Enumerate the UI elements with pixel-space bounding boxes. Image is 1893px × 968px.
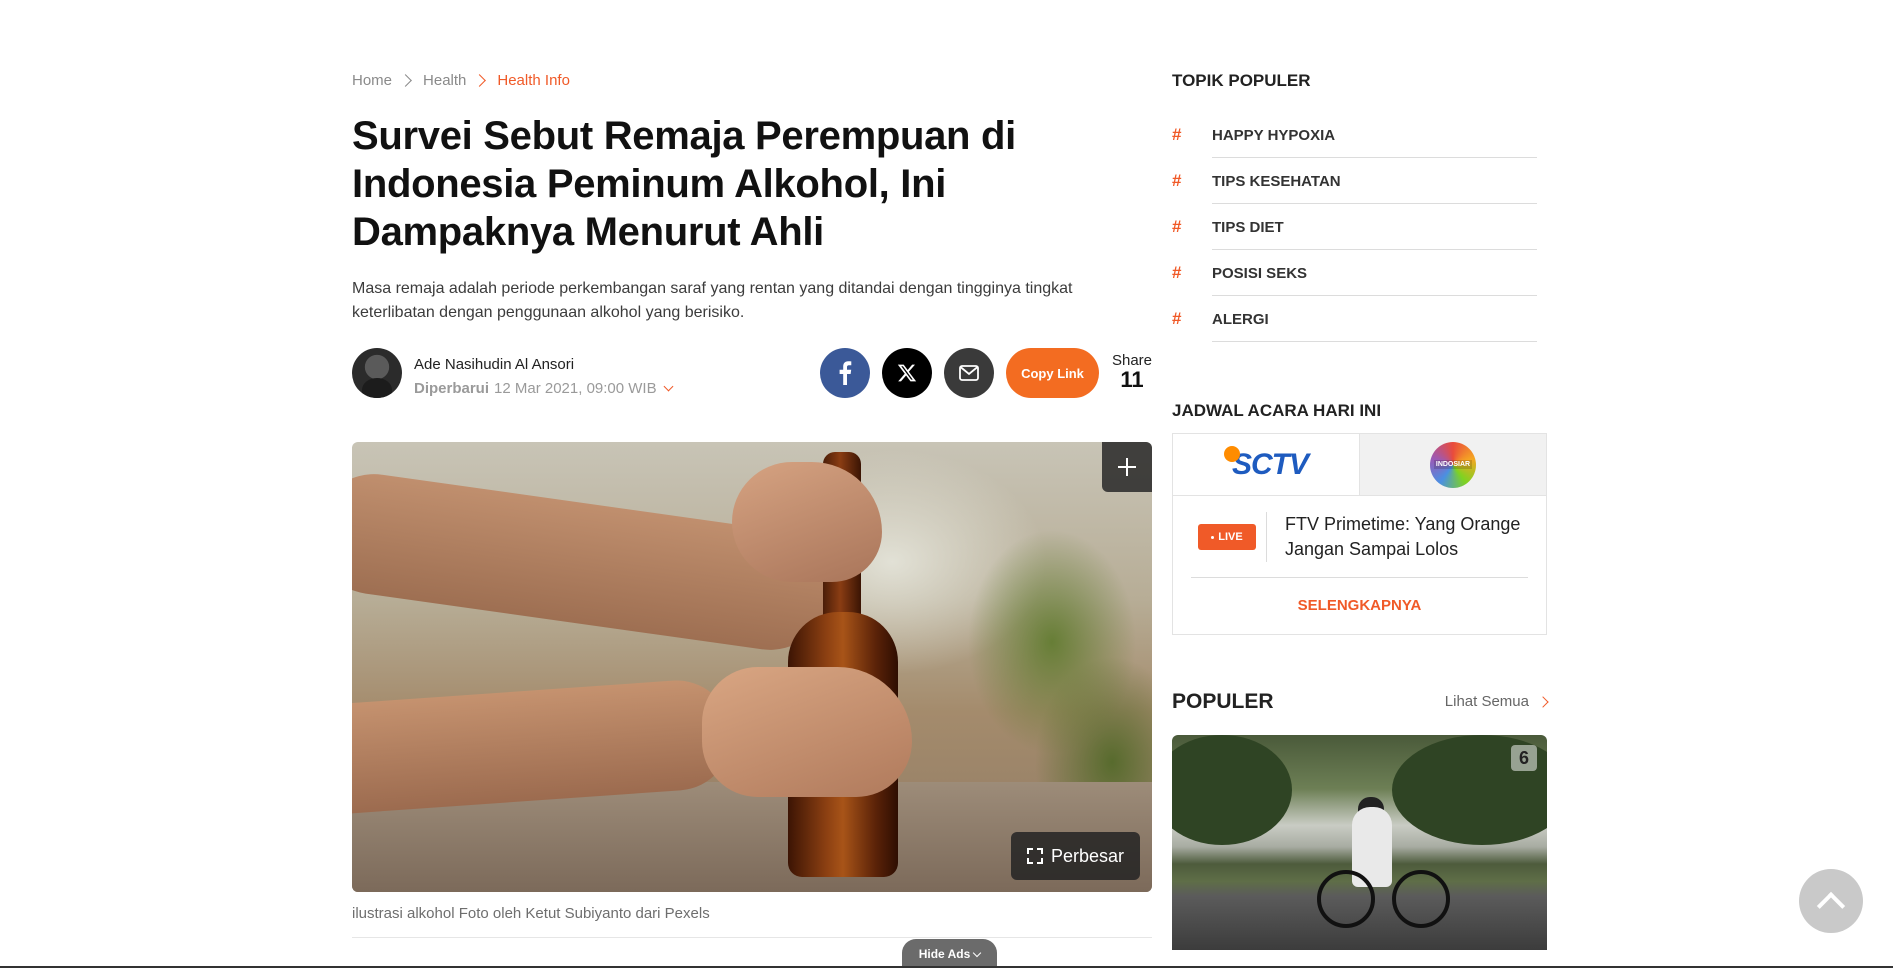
channel-badge: 6 xyxy=(1511,745,1537,771)
popular-header: POPULER Lihat Semua xyxy=(1172,690,1549,714)
topic-name: TIPS KESEHATAN xyxy=(1212,172,1341,190)
popular-topics-list: # HAPPY HYPOXIA # TIPS KESEHATAN # TIPS … xyxy=(1172,112,1537,342)
now-playing-title: FTV Primetime: Yang Orange Jangan Sampai… xyxy=(1285,514,1521,559)
updated-label: Diperbarui xyxy=(414,380,490,397)
plus-icon[interactable] xyxy=(1102,442,1152,492)
topic-item[interactable]: # TIPS KESEHATAN xyxy=(1172,158,1537,204)
live-badge: LIVE xyxy=(1198,524,1256,550)
facebook-icon xyxy=(839,361,852,385)
hashtag-icon: # xyxy=(1172,171,1182,190)
back-to-top-button[interactable] xyxy=(1799,869,1863,933)
topic-name: TIPS DIET xyxy=(1212,218,1284,236)
chevron-down-icon xyxy=(663,381,674,392)
hashtag-icon: # xyxy=(1172,263,1182,282)
topic-name: HAPPY HYPOXIA xyxy=(1212,126,1336,144)
popular-article-image[interactable]: 6 xyxy=(1172,735,1547,950)
popular-topics-title: TOPIK POPULER xyxy=(1172,71,1311,90)
topic-item[interactable]: # POSISI SEKS xyxy=(1172,250,1537,296)
copy-link-button[interactable]: Copy Link xyxy=(1006,348,1099,398)
topic-name: POSISI SEKS xyxy=(1212,264,1308,282)
zoom-button[interactable]: Perbesar xyxy=(1010,832,1140,880)
channel-tabs: SCTV INDOSIAR xyxy=(1173,434,1546,496)
mail-icon xyxy=(959,365,979,381)
now-playing-row[interactable]: LIVE FTV Primetime: Yang Orange Jangan S… xyxy=(1173,496,1546,576)
live-dot-icon xyxy=(1211,535,1215,539)
share-count: Share 11 xyxy=(1110,352,1154,391)
breadcrumb: Home Health Health Info xyxy=(352,72,570,89)
see-all-link[interactable]: Lihat Semua xyxy=(1445,693,1549,710)
topic-item[interactable]: # HAPPY HYPOXIA xyxy=(1172,112,1537,158)
divider xyxy=(1191,577,1528,578)
hashtag-icon: # xyxy=(1172,125,1182,144)
share-email-button[interactable] xyxy=(944,348,994,398)
tab-sctv[interactable]: SCTV xyxy=(1173,434,1359,495)
schedule-more-link[interactable]: SELENGKAPNYA xyxy=(1173,597,1546,614)
chevron-right-icon xyxy=(399,74,412,87)
author-name[interactable]: Ade Nasihudin Al Ansori xyxy=(414,356,574,373)
chevron-right-icon xyxy=(473,74,487,87)
author-avatar[interactable] xyxy=(352,348,402,398)
hashtag-icon: # xyxy=(1172,309,1182,328)
zoom-label: Perbesar xyxy=(1050,845,1124,866)
tab-indosiar[interactable]: INDOSIAR xyxy=(1359,434,1546,495)
chevron-up-icon xyxy=(1816,891,1846,921)
topic-item[interactable]: # TIPS DIET xyxy=(1172,204,1537,250)
divider xyxy=(352,937,1152,938)
x-icon xyxy=(897,364,917,382)
breadcrumb-health[interactable]: Health xyxy=(423,72,466,89)
article-hero-image[interactable]: Perbesar xyxy=(352,442,1152,892)
author-row: Ade Nasihudin Al Ansori Diperbarui 12 Ma… xyxy=(352,348,1152,400)
hide-ads-label: Hide Ads xyxy=(918,947,971,961)
breadcrumb-home[interactable]: Home xyxy=(352,72,392,89)
schedule-widget: SCTV INDOSIAR LIVE FTV Primetime: Yang O… xyxy=(1172,433,1547,635)
indosiar-logo: INDOSIAR xyxy=(1430,441,1476,488)
share-x-button[interactable] xyxy=(882,348,932,398)
popular-title: POPULER xyxy=(1172,690,1274,713)
chevron-down-icon xyxy=(973,948,982,957)
topic-name: ALERGI xyxy=(1212,310,1269,328)
image-caption: ilustrasi alkohol Foto oleh Ketut Subiya… xyxy=(352,905,710,922)
sctv-logo: SCTV xyxy=(1223,445,1309,482)
hide-ads-button[interactable]: Hide Ads xyxy=(902,939,997,968)
expand-icon xyxy=(1026,848,1043,864)
share-count-value: 11 xyxy=(1120,367,1144,392)
article-title: Survei Sebut Remaja Perempuan di Indones… xyxy=(352,114,1016,254)
updated-date-value: 12 Mar 2021, 09:00 WIB xyxy=(494,380,657,397)
article-lead: Masa remaja adalah periode perkembangan … xyxy=(352,280,1073,321)
breadcrumb-health-info[interactable]: Health Info xyxy=(497,72,570,89)
chevron-right-icon xyxy=(1537,695,1549,708)
hashtag-icon: # xyxy=(1172,217,1182,236)
topic-item[interactable]: # ALERGI xyxy=(1172,296,1537,342)
share-facebook-button[interactable] xyxy=(820,348,870,398)
updated-date[interactable]: Diperbarui 12 Mar 2021, 09:00 WIB xyxy=(414,380,674,397)
schedule-title: JADWAL ACARA HARI INI xyxy=(1172,401,1382,420)
